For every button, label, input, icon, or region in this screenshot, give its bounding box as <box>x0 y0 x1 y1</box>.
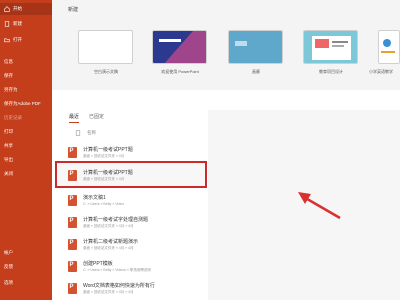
annotation-arrow-icon <box>298 192 341 220</box>
